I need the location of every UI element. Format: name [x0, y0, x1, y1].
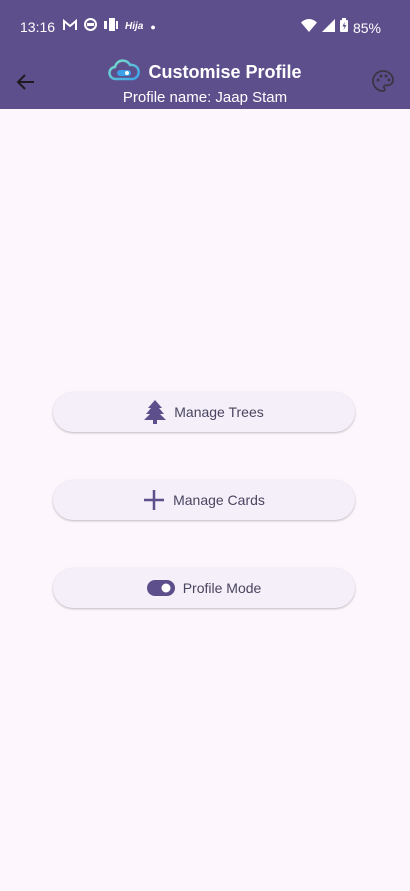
status-bar: 13:16 Hija ● 85%	[0, 0, 410, 50]
action-list: Manage Trees Manage Cards Profile Mode	[53, 392, 355, 656]
title-block: Customise Profile Profile name: Jaap Sta…	[0, 58, 410, 106]
page-title: Customise Profile	[148, 62, 302, 82]
manage-cards-button[interactable]: Manage Cards	[53, 480, 355, 520]
profile-mode-button[interactable]: Profile Mode	[53, 568, 355, 608]
cloud-toggle-icon	[108, 58, 141, 87]
palette-icon	[372, 70, 394, 92]
title-row: Customise Profile	[0, 58, 410, 87]
profile-mode-label: Profile Mode	[182, 580, 262, 596]
manage-trees-label: Manage Trees	[174, 404, 264, 420]
tree-icon	[144, 400, 167, 424]
hija-icon: Hija	[125, 20, 144, 32]
system-status: 85%	[300, 18, 381, 37]
manage-cards-label: Manage Cards	[173, 492, 265, 508]
plus-icon	[143, 489, 165, 511]
wifi-icon	[300, 18, 317, 37]
theme-palette-button[interactable]	[372, 70, 396, 94]
battery-icon	[339, 18, 348, 37]
app-icon	[104, 18, 118, 35]
toggle-icon	[146, 580, 175, 596]
notification-icons: Hija ●	[63, 18, 156, 35]
manage-trees-button[interactable]: Manage Trees	[53, 392, 355, 432]
signal-icon	[321, 18, 335, 37]
gmail-icon	[63, 18, 77, 35]
app-icon	[84, 18, 97, 35]
status-time: 13:16	[20, 19, 56, 35]
dot-icon: ●	[150, 21, 156, 32]
app-bar: Customise Profile Profile name: Jaap Sta…	[0, 50, 410, 109]
top-bar: 13:16 Hija ● 85% Customise Profile Profi…	[0, 0, 410, 109]
battery-level: 85%	[352, 19, 381, 36]
profile-name-subtitle: Profile name: Jaap Stam	[122, 89, 288, 106]
